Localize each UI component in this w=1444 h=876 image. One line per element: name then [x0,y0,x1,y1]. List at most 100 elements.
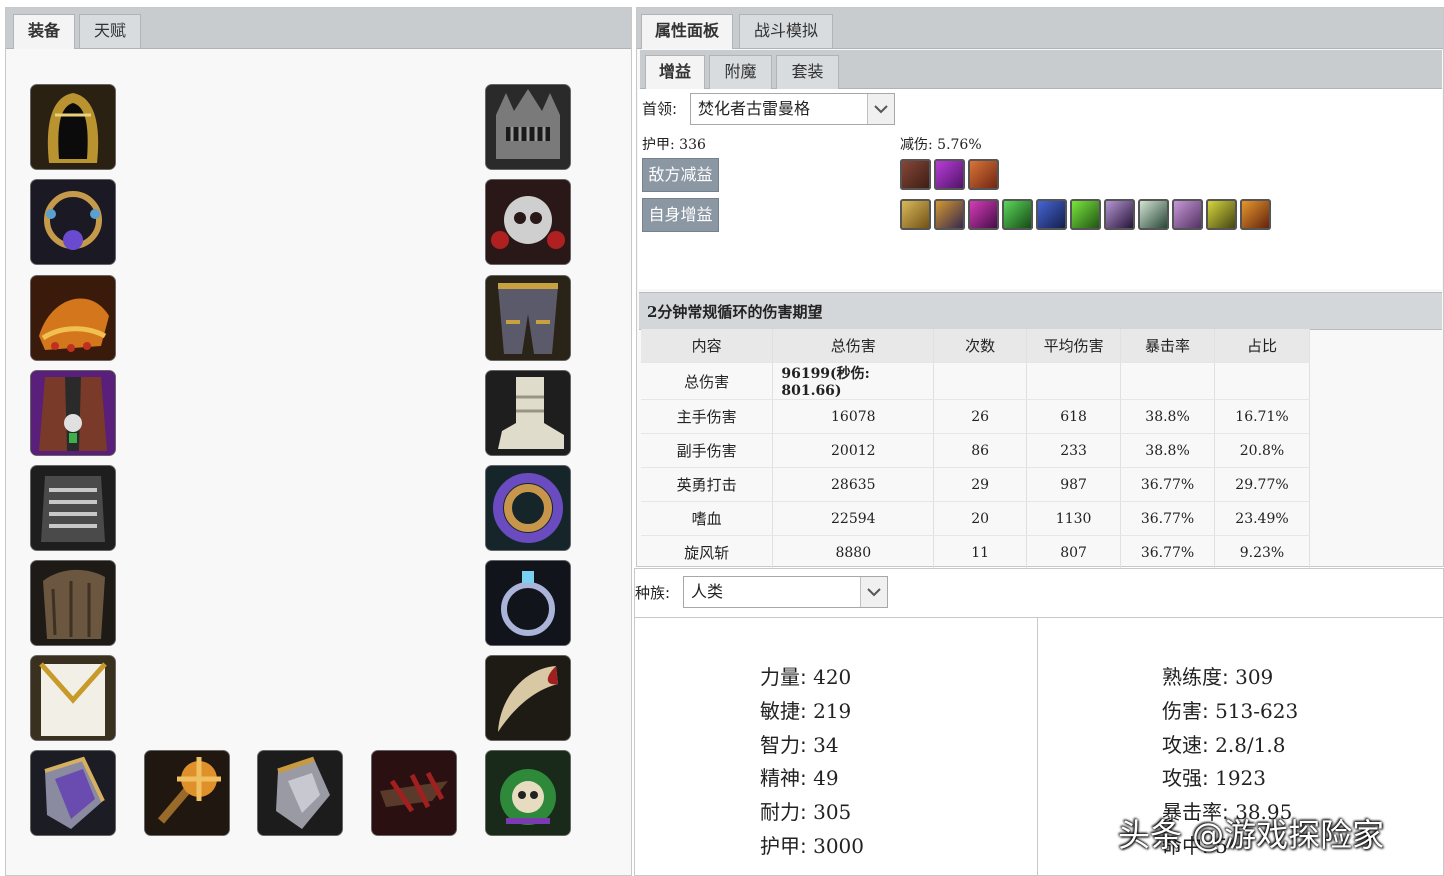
fang-trinket-icon[interactable] [486,656,570,740]
bomb-icon[interactable] [1036,199,1067,230]
skull-shoulder-icon[interactable] [486,180,570,264]
tab-buffs[interactable]: 增益 [645,55,705,90]
cell: 38.8% [1120,433,1215,468]
cell: 16078 [772,399,935,434]
white-tabard-icon[interactable] [31,656,115,740]
damage-table-header: 2分钟常规循环的伤害期望 [639,292,1442,330]
table-row: 副手伤害 20012 86 233 38.8% 20.8% [641,433,1310,468]
tab-equipment[interactable]: 装备 [13,14,75,49]
stat-armor: 护甲: 3000 [760,834,865,858]
stat-expertise: 熟练度: 309 [1162,665,1274,689]
boot-icon[interactable] [486,371,570,455]
fist-buff-icon[interactable] [900,199,931,230]
sword-buff-icon[interactable] [1206,199,1237,230]
table-row: 嗜血 22594 20 1130 36.77% 23.49% [641,501,1310,536]
cell: 26 [933,399,1028,434]
cell: 36.77% [1120,535,1215,570]
cell: 36.77% [1120,501,1215,536]
hood-helm-icon[interactable] [31,85,115,169]
wrist-bracer-icon[interactable] [31,561,115,645]
chevron-down-icon [867,94,894,124]
orange-mace-icon[interactable] [145,751,229,835]
skull-trinket-icon[interactable] [486,751,570,835]
stat-attack-speed: 攻速: 2.8/1.8 [1162,733,1286,757]
cell: 20012 [772,433,935,468]
row-name: 总伤害 [641,362,774,400]
cell: 20.8% [1214,433,1310,468]
column-header: 平均伤害 [1026,329,1122,363]
cell: 28635 [772,467,935,502]
self-buff-button[interactable]: 自身增益 [642,198,719,232]
row-name: 主手伤害 [641,399,774,434]
green-potion-icon[interactable] [1070,199,1101,230]
armor-value: 护甲: 336 [642,137,706,153]
crimson-claw-icon[interactable] [372,751,456,835]
cell: 11 [933,535,1028,570]
cell: 1130 [1026,501,1122,536]
stat-stamina: 耐力: 305 [760,800,852,824]
bull-icon[interactable] [1240,199,1271,230]
purple-slash-icon[interactable] [1172,199,1203,230]
cell: 20 [933,501,1028,536]
paw-buff-icon[interactable] [968,199,999,230]
stat-damage: 伤害: 513-623 [1162,699,1299,723]
enemy-debuff-button[interactable]: 敌方减益 [642,158,719,192]
damage-table: 内容 总伤害 次数 平均伤害 暴击率 占比 总伤害 96199(秒伤: 801.… [641,329,1310,570]
column-header: 总伤害 [772,329,935,363]
tab-talent[interactable]: 天赋 [79,14,141,48]
purple-cloak-icon[interactable] [31,371,115,455]
curse-icon[interactable] [934,159,965,190]
table-row: 主手伤害 16078 26 618 38.8% 16.71% [641,399,1310,434]
cell: 36.77% [1120,467,1215,502]
column-header: 占比 [1214,329,1310,363]
gauntlet-icon[interactable] [31,751,115,835]
tab-attribute-panel[interactable]: 属性面板 [641,14,733,49]
total-damage-value: 96199(秒伤: 801.66) [772,362,935,400]
cell: 29 [933,467,1028,502]
stat-attack-power: 攻强: 1923 [1162,766,1267,790]
cell: 29.77% [1214,467,1310,502]
damage-table-title: 2分钟常规循环的伤害期望 [647,303,823,321]
amulet-necklace-icon[interactable] [31,180,115,264]
watermark: 头条 @游戏探险家 [1118,816,1385,854]
cell: 8880 [772,535,935,570]
demoralize-icon[interactable] [968,159,999,190]
table-row: 英勇打击 28635 29 987 36.77% 29.77% [641,467,1310,502]
column-header: 次数 [933,329,1028,363]
chevron-down-icon [860,577,887,607]
race-select-value: 人类 [691,582,724,601]
tab-enchants[interactable]: 附魔 [709,55,772,89]
boss-label: 首领: [642,100,678,118]
silver-ring-icon[interactable] [486,561,570,645]
column-header: 内容 [641,329,774,363]
shoulder-pauldron-icon[interactable] [31,276,115,360]
row-name: 旋风斩 [641,535,774,570]
table-header-row: 内容 总伤害 次数 平均伤害 暴击率 占比 [641,329,1310,363]
tab-combat-sim[interactable]: 战斗模拟 [739,14,833,48]
green-leaf-icon[interactable] [1002,199,1033,230]
row-name: 英勇打击 [641,467,774,502]
race-label: 种族: [635,584,671,602]
arrow-buff-icon[interactable] [1138,199,1169,230]
cell: 9.23% [1214,535,1310,570]
race-select[interactable]: 人类 [683,576,888,608]
purple-ring-icon[interactable] [486,466,570,550]
cell: 22594 [772,501,935,536]
stat-agility: 敏捷: 219 [760,699,852,723]
chest-armor-icon[interactable] [31,466,115,550]
damage-reduction-value: 减伤: 5.76% [900,137,982,153]
cell: 987 [1026,467,1122,502]
helm-buff-icon[interactable] [934,199,965,230]
sunder-armor-icon[interactable] [900,159,931,190]
cell: 807 [1026,535,1122,570]
table-row: 总伤害 96199(秒伤: 801.66) [641,362,1310,400]
table-row: 旋风斩 8880 11 807 36.77% 9.23% [641,535,1310,570]
boss-select-value: 焚化者古雷曼格 [698,99,811,118]
boss-select[interactable]: 焚化者古雷曼格 [690,93,895,125]
shadow-blade-icon[interactable] [1104,199,1135,230]
spiked-helm-icon[interactable] [486,85,570,169]
leg-armor-icon[interactable] [486,276,570,360]
tab-sets[interactable]: 套装 [776,55,839,89]
row-name: 副手伤害 [641,433,774,468]
steel-gauntlet-icon[interactable] [258,751,342,835]
